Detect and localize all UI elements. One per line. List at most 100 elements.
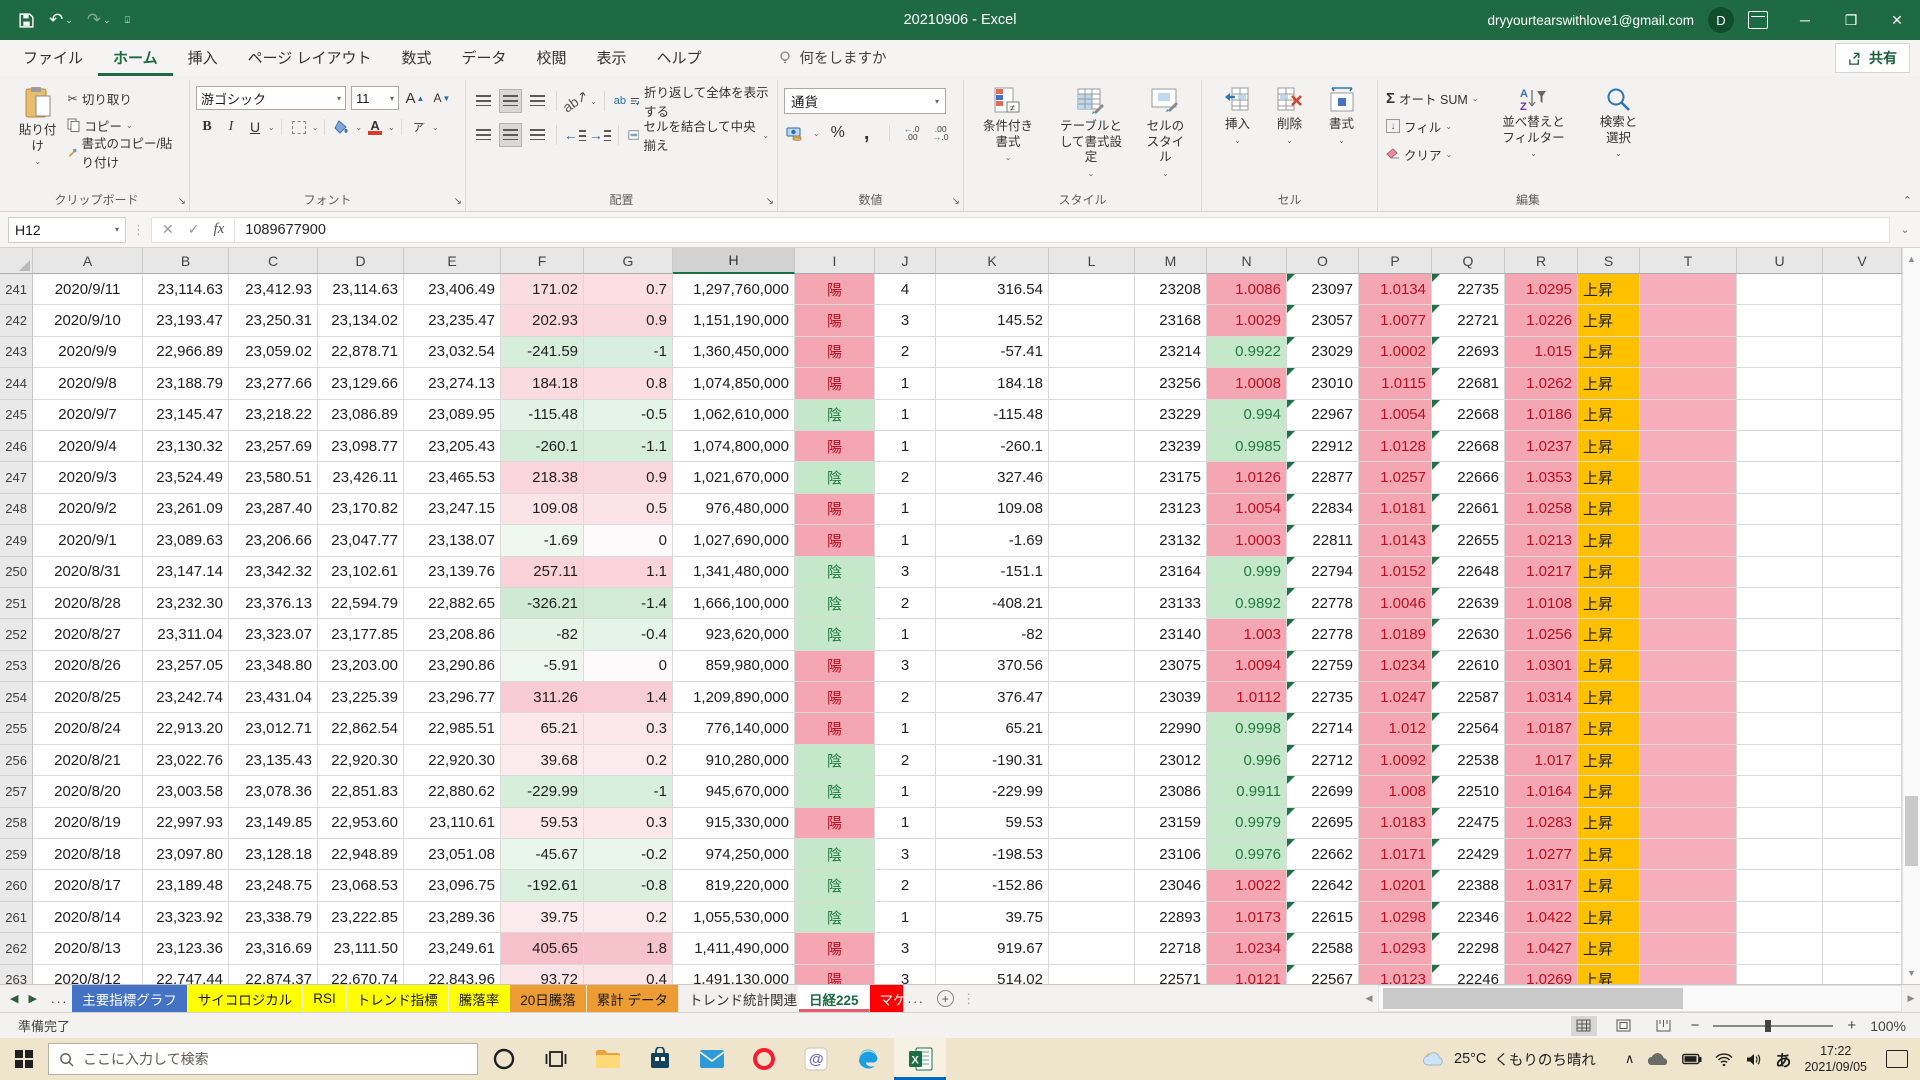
grid-cell[interactable] — [1049, 839, 1135, 870]
grid-cell[interactable] — [1049, 494, 1135, 525]
grid-cell[interactable]: 23,138.07 — [404, 525, 501, 556]
grid-cell[interactable]: 1 — [875, 619, 936, 650]
grid-cell[interactable] — [1049, 870, 1135, 901]
grid-cell[interactable]: 22759 — [1287, 651, 1359, 682]
grid-cell[interactable]: 1.015 — [1505, 337, 1578, 368]
grid-cell[interactable]: 陽 — [795, 368, 875, 399]
scroll-down-icon[interactable]: ▼ — [1903, 962, 1920, 984]
taskbar-app-store[interactable] — [634, 1038, 686, 1080]
grid-cell[interactable] — [1640, 965, 1737, 984]
grid-cell[interactable] — [1823, 651, 1902, 682]
row-header-262[interactable]: 262 — [0, 933, 33, 964]
grid-cell[interactable]: 陰 — [795, 588, 875, 619]
maximize-button[interactable]: ❐ — [1828, 0, 1874, 40]
row-header-258[interactable]: 258 — [0, 808, 33, 839]
row-header-245[interactable]: 245 — [0, 400, 33, 431]
conditional-formatting-button[interactable]: ≠ 条件付き書式⌄ — [970, 82, 1046, 167]
grid-cell[interactable]: 93.72 — [501, 965, 584, 984]
grid-cell[interactable] — [1049, 462, 1135, 493]
grid-cell[interactable]: 23,205.43 — [404, 431, 501, 462]
grid-cell[interactable]: 0 — [584, 651, 673, 682]
bold-button[interactable]: B — [196, 116, 218, 138]
grid-cell[interactable]: 0.999 — [1207, 557, 1287, 588]
grid-cell[interactable]: 39.68 — [501, 745, 584, 776]
grid-cell[interactable]: 22571 — [1135, 965, 1207, 984]
grid-cell[interactable]: 22588 — [1287, 933, 1359, 964]
grid-cell[interactable]: -190.31 — [936, 745, 1049, 776]
grid-cell[interactable]: 上昇 — [1578, 368, 1640, 399]
row-header-263[interactable]: 263 — [0, 965, 33, 984]
grid-cell[interactable]: 1,074,800,000 — [673, 431, 795, 462]
grid-cell[interactable]: 陽 — [795, 431, 875, 462]
taskbar-search-input[interactable]: ここに入力して検索 — [48, 1043, 478, 1075]
grid-cell[interactable]: 311.26 — [501, 682, 584, 713]
grid-cell[interactable] — [1640, 651, 1737, 682]
grid-cell[interactable]: 23046 — [1135, 870, 1207, 901]
row-header-256[interactable]: 256 — [0, 745, 33, 776]
grid-cell[interactable]: 2020/8/25 — [33, 682, 143, 713]
grid-cell[interactable]: 22661 — [1432, 494, 1505, 525]
grid-cell[interactable]: 2020/9/9 — [33, 337, 143, 368]
grid-cell[interactable] — [1737, 525, 1823, 556]
grid-cell[interactable]: 23,111.50 — [318, 933, 404, 964]
collapse-ribbon-icon[interactable]: ⌃ — [1903, 194, 1912, 207]
sheet-tab-サイコロジカル[interactable]: サイコロジカル — [188, 985, 304, 1012]
ribbon-tab-校閲[interactable]: 校閲 — [522, 40, 582, 76]
grid-cell[interactable]: 1.0317 — [1505, 870, 1578, 901]
ribbon-tab-表示[interactable]: 表示 — [582, 40, 642, 76]
grid-cell[interactable]: 23,247.15 — [404, 494, 501, 525]
grid-cell[interactable]: 1.0314 — [1505, 682, 1578, 713]
grid-cell[interactable]: 2020/9/10 — [33, 305, 143, 336]
grid-cell[interactable] — [1737, 274, 1823, 305]
grid-cell[interactable]: 23039 — [1135, 682, 1207, 713]
increase-font-icon[interactable]: A▲ — [404, 87, 426, 109]
row-header-248[interactable]: 248 — [0, 494, 33, 525]
account-email[interactable]: dryyourtearswithlove1@gmail.com — [1487, 13, 1694, 28]
column-header-I[interactable]: I — [795, 248, 875, 274]
grid-cell[interactable]: -1.69 — [501, 525, 584, 556]
grid-cell[interactable]: 23,096.75 — [404, 870, 501, 901]
grid-cell[interactable]: 23,206.66 — [229, 525, 318, 556]
grid-cell[interactable]: 陽 — [795, 651, 875, 682]
grid-cell[interactable]: 945,670,000 — [673, 776, 795, 807]
grid-cell[interactable]: 22610 — [1432, 651, 1505, 682]
grid-cell[interactable]: 上昇 — [1578, 933, 1640, 964]
grid-cell[interactable]: 23,257.05 — [143, 651, 229, 682]
align-top-button[interactable] — [473, 90, 494, 112]
fill-color-button[interactable] — [331, 116, 353, 138]
grid-cell[interactable]: 2020/9/11 — [33, 274, 143, 305]
grid-cell[interactable]: 23168 — [1135, 305, 1207, 336]
grid-cell[interactable]: 23,311.04 — [143, 619, 229, 650]
grid-cell[interactable]: 1 — [875, 808, 936, 839]
grid-cell[interactable]: 23,235.47 — [404, 305, 501, 336]
align-bottom-button[interactable] — [527, 90, 548, 112]
grid-cell[interactable]: 23,012.71 — [229, 713, 318, 744]
row-header-250[interactable]: 250 — [0, 557, 33, 588]
grid-cell[interactable]: 974,250,000 — [673, 839, 795, 870]
row-header-249[interactable]: 249 — [0, 525, 33, 556]
grid-cell[interactable] — [1640, 557, 1737, 588]
grid-cell[interactable] — [1737, 870, 1823, 901]
grid-cell[interactable] — [1737, 651, 1823, 682]
zoom-slider[interactable] — [1713, 1025, 1833, 1027]
grid-cell[interactable]: 23,290.86 — [404, 651, 501, 682]
grid-cell[interactable]: 22564 — [1432, 713, 1505, 744]
decrease-decimal-button[interactable]: .00→.0 — [930, 122, 952, 144]
grid-cell[interactable]: 23,316.69 — [229, 933, 318, 964]
grid-cell[interactable]: 23,068.53 — [318, 870, 404, 901]
sheet-tab-トレンド指標[interactable]: トレンド指標 — [347, 985, 449, 1012]
grid-cell[interactable]: 0.9 — [584, 462, 673, 493]
grid-cell[interactable]: 22990 — [1135, 713, 1207, 744]
grid-cell[interactable]: 0.994 — [1207, 400, 1287, 431]
grid-cell[interactable]: 22510 — [1432, 776, 1505, 807]
grid-cell[interactable]: 23106 — [1135, 839, 1207, 870]
grid-cell[interactable]: 22693 — [1432, 337, 1505, 368]
grid-cell[interactable]: 0.996 — [1207, 745, 1287, 776]
grid-cell[interactable]: -241.59 — [501, 337, 584, 368]
column-header-R[interactable]: R — [1505, 248, 1578, 274]
grid-cell[interactable]: 1,491,130,000 — [673, 965, 795, 984]
phonetic-guide-button[interactable]: ア゙ — [408, 116, 430, 138]
grid-cell[interactable]: 1.0201 — [1359, 870, 1432, 901]
fill-button[interactable]: ↓フィル⌄ — [1384, 114, 1480, 138]
grid-cell[interactable] — [1737, 839, 1823, 870]
